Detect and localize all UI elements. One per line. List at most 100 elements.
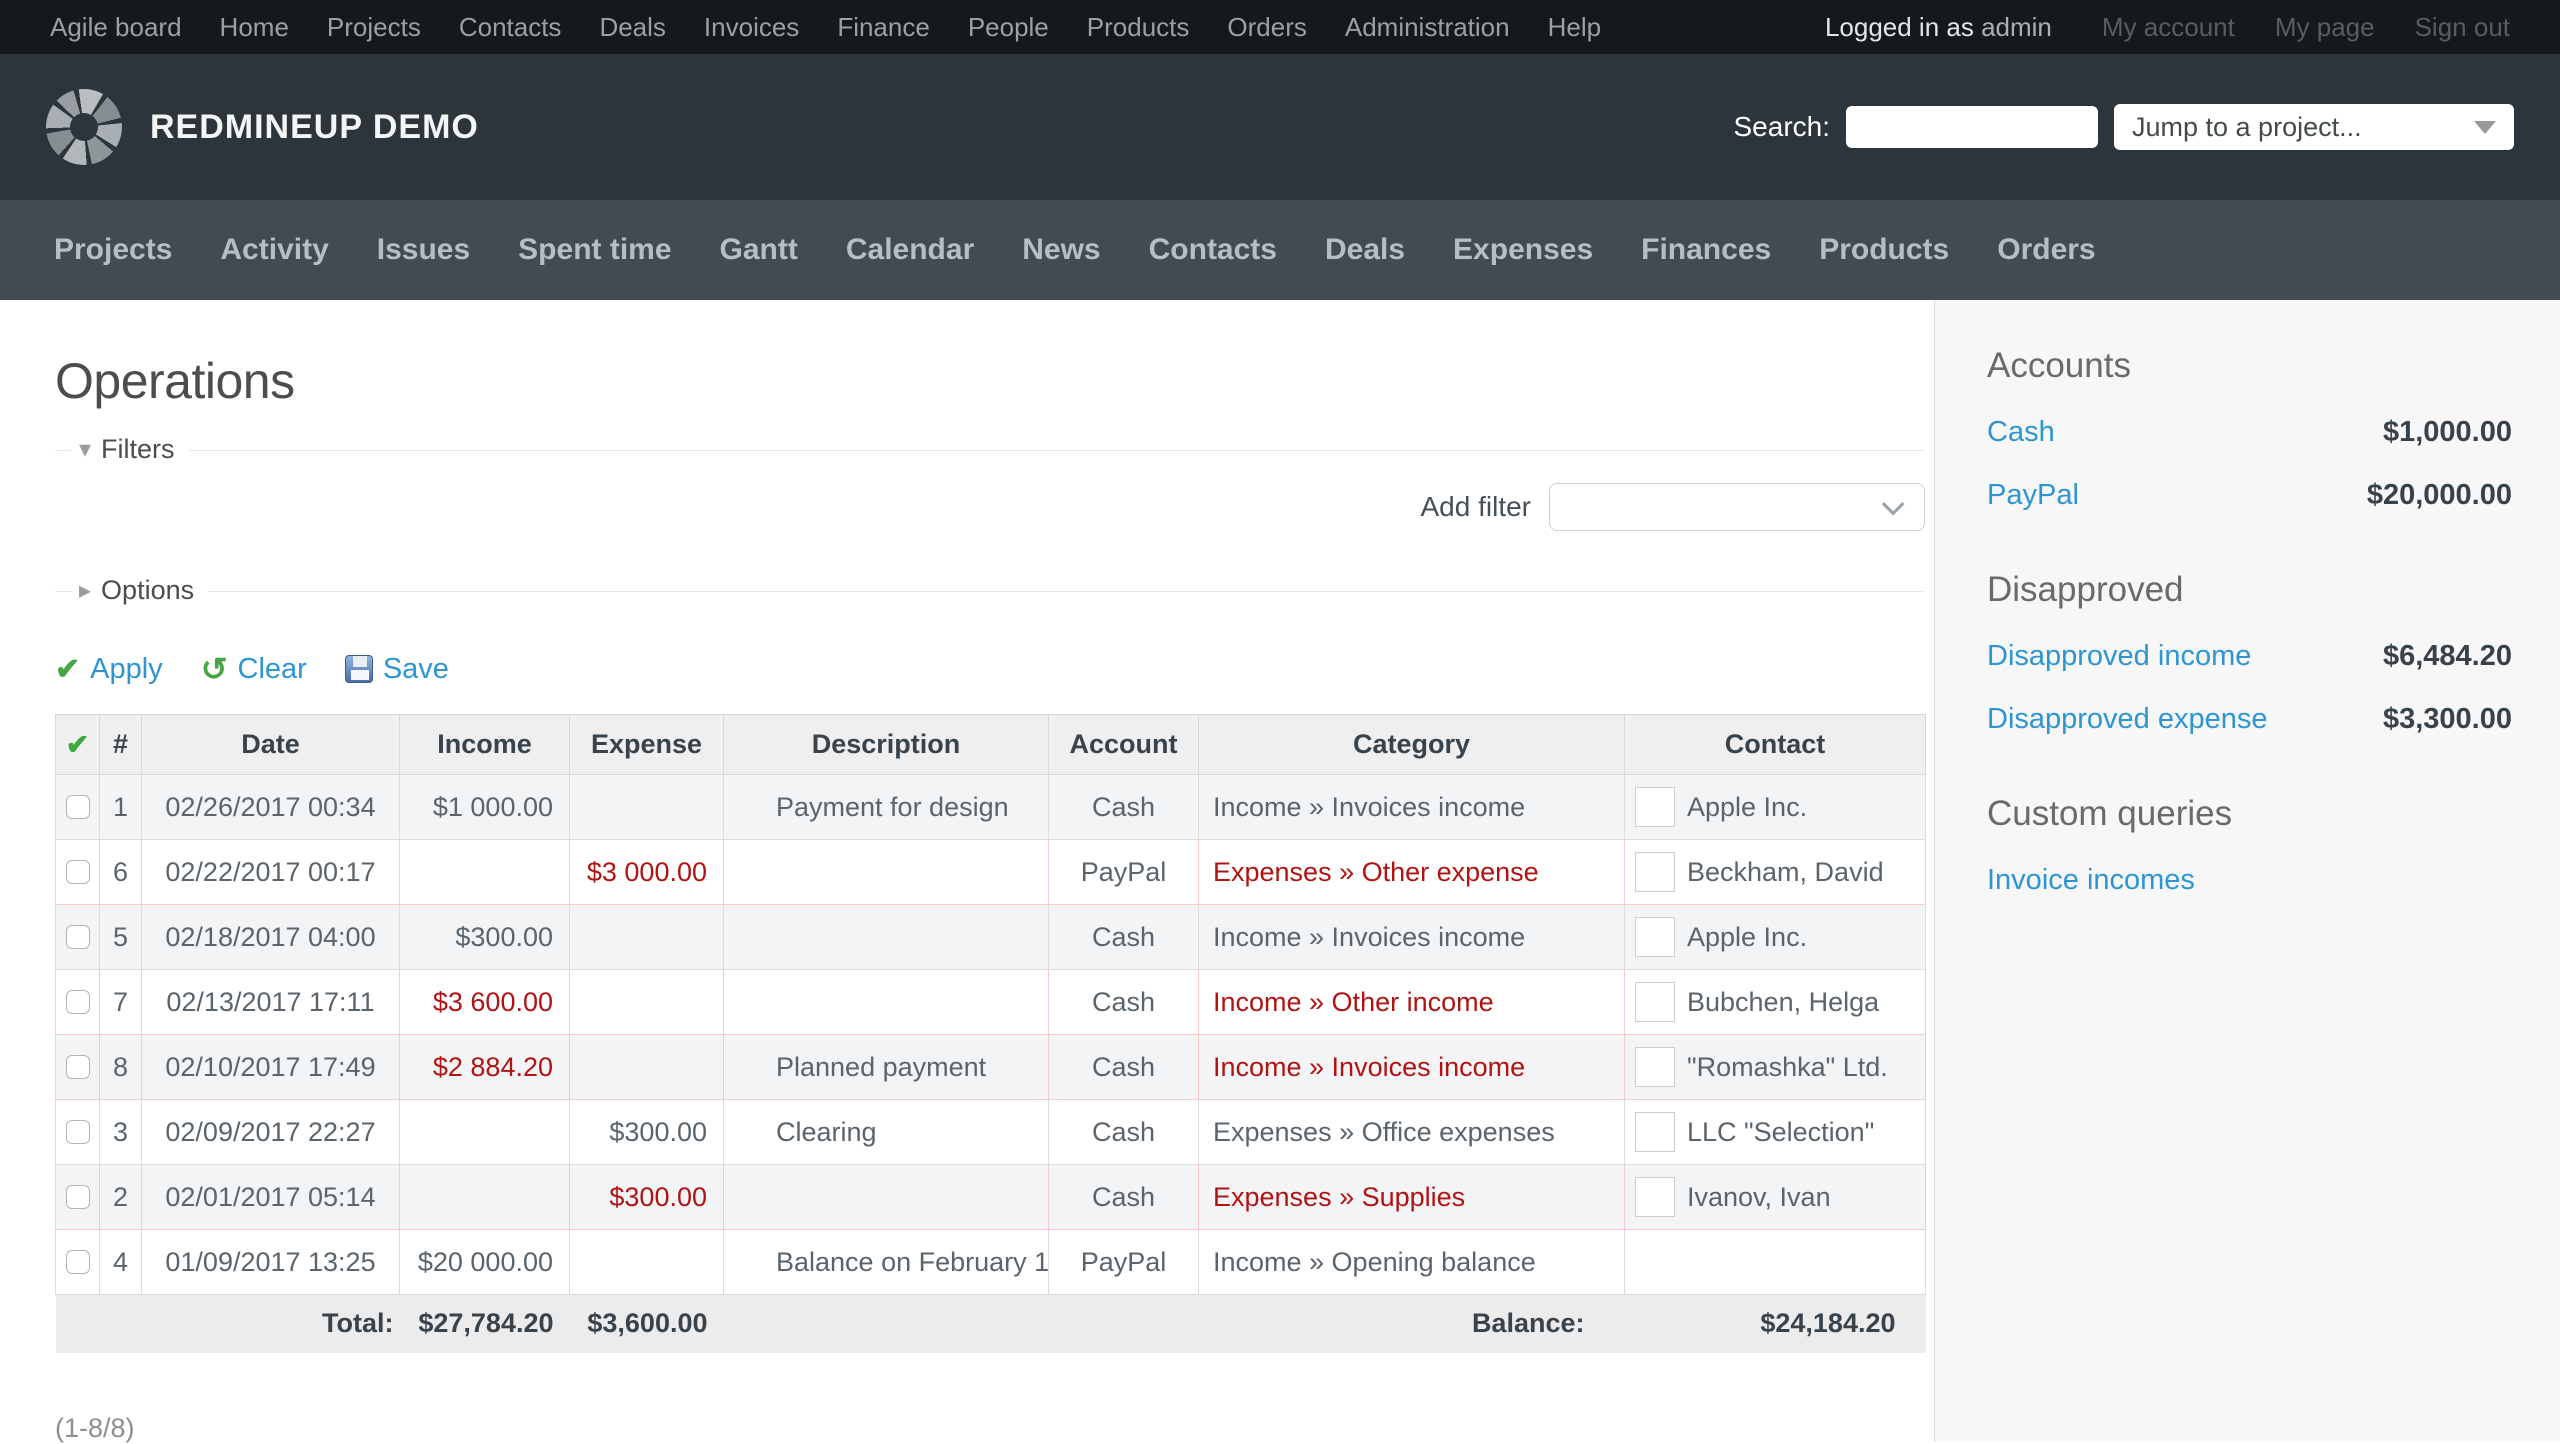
nav-tab-gantt[interactable]: Gantt [720, 233, 798, 267]
topbar-link-sign-out[interactable]: Sign out [2415, 12, 2510, 43]
save-button[interactable]: Save [383, 653, 449, 686]
cell-checkbox [56, 775, 100, 840]
nav-tab-activity[interactable]: Activity [220, 233, 328, 267]
cell-expense: $300.00 [570, 1100, 724, 1165]
toggle-expanded-icon: ▾ [79, 435, 91, 464]
cell-date: 02/01/2017 05:14 [142, 1165, 400, 1230]
col-header-contact[interactable]: Contact [1625, 715, 1926, 775]
col-header-date[interactable]: Date [142, 715, 400, 775]
cell-checkbox [56, 840, 100, 905]
cell-account: Cash [1049, 775, 1199, 840]
cell-category: Income » Invoices income [1199, 775, 1625, 840]
topbar-link-products[interactable]: Products [1087, 12, 1190, 43]
sidebar-value-disapproved-income: $6,484.20 [2383, 640, 2512, 673]
apply-tool: ✔ Apply [55, 652, 163, 687]
topbar-link-home[interactable]: Home [220, 12, 289, 43]
operation-row: 502/18/2017 04:00$300.00CashIncome » Inv… [56, 905, 1926, 970]
topbar-link-contacts[interactable]: Contacts [459, 12, 562, 43]
row-checkbox[interactable] [66, 795, 90, 819]
col-header-num[interactable]: # [100, 715, 142, 775]
dropdown-arrow-icon [2474, 121, 2496, 134]
nav-tab-calendar[interactable]: Calendar [846, 233, 974, 267]
cell-income [400, 840, 570, 905]
contact-link[interactable]: "Romashka" Ltd. [1687, 1052, 1888, 1083]
logged-in-user-link[interactable]: admin [1981, 12, 2052, 42]
top-menu-right: Logged in as admin My accountMy pageSign… [1825, 12, 2510, 43]
topbar-link-finance[interactable]: Finance [837, 12, 930, 43]
cell-num: 3 [100, 1100, 142, 1165]
sidebar-link-paypal[interactable]: PayPal [1987, 479, 2079, 512]
select-all-header[interactable]: ✔ [56, 715, 100, 775]
col-header-account[interactable]: Account [1049, 715, 1199, 775]
topbar-link-administration[interactable]: Administration [1345, 12, 1510, 43]
row-checkbox[interactable] [66, 925, 90, 949]
cell-description: Payment for design [724, 775, 1049, 840]
jump-to-project-select[interactable]: Jump to a project... [2114, 104, 2514, 150]
topbar-link-invoices[interactable]: Invoices [704, 12, 799, 43]
topbar-link-projects[interactable]: Projects [327, 12, 421, 43]
contact-link[interactable]: Ivanov, Ivan [1687, 1182, 1831, 1213]
nav-tab-contacts[interactable]: Contacts [1149, 233, 1277, 267]
balance-label: Balance: [724, 1295, 1625, 1353]
nav-tab-deals[interactable]: Deals [1325, 233, 1405, 267]
topbar-link-my-page[interactable]: My page [2275, 12, 2375, 43]
topbar-link-orders[interactable]: Orders [1227, 12, 1306, 43]
nav-tab-spent-time[interactable]: Spent time [518, 233, 671, 267]
nav-tab-finances[interactable]: Finances [1641, 233, 1771, 267]
col-header-category[interactable]: Category [1199, 715, 1625, 775]
cell-account: PayPal [1049, 1230, 1199, 1295]
cell-num: 7 [100, 970, 142, 1035]
contact-link[interactable]: Beckham, David [1687, 857, 1884, 888]
search-label: Search: [1734, 111, 1831, 143]
contact-link[interactable]: LLC "Selection" [1687, 1117, 1874, 1148]
row-checkbox[interactable] [66, 1185, 90, 1209]
cell-description: Clearing [724, 1100, 1049, 1165]
main-content: Operations ▾ Filters Add filter ▸ [0, 300, 1934, 1442]
reload-icon: ↺ [201, 650, 228, 688]
topbar-link-help[interactable]: Help [1548, 12, 1601, 43]
sidebar-link-disapproved-income[interactable]: Disapproved income [1987, 640, 2251, 673]
contact-link[interactable]: Apple Inc. [1687, 792, 1807, 823]
cell-expense [570, 1035, 724, 1100]
totals-row: Total: $27,784.20 $3,600.00 Balance: $24… [56, 1295, 1926, 1353]
row-checkbox[interactable] [66, 1250, 90, 1274]
contact-link[interactable]: Bubchen, Helga [1687, 987, 1879, 1018]
nav-tab-projects[interactable]: Projects [54, 233, 172, 267]
topbar-link-agile-board[interactable]: Agile board [50, 12, 182, 43]
row-checkbox[interactable] [66, 860, 90, 884]
topbar-link-my-account[interactable]: My account [2102, 12, 2235, 43]
nav-tab-issues[interactable]: Issues [377, 233, 470, 267]
cell-num: 6 [100, 840, 142, 905]
row-checkbox[interactable] [66, 1120, 90, 1144]
app-header: REDMINEUP DEMO Search: Jump to a project… [0, 54, 2560, 200]
topbar-link-deals[interactable]: Deals [599, 12, 665, 43]
nav-tab-expenses[interactable]: Expenses [1453, 233, 1593, 267]
sidebar-link-cash[interactable]: Cash [1987, 416, 2055, 449]
total-label: Total: [56, 1295, 400, 1353]
col-header-expense[interactable]: Expense [570, 715, 724, 775]
topbar-link-people[interactable]: People [968, 12, 1049, 43]
cell-contact: Beckham, David [1625, 840, 1926, 905]
cell-description [724, 905, 1049, 970]
sidebar-link-invoice-incomes[interactable]: Invoice incomes [1987, 864, 2195, 897]
cell-contact: LLC "Selection" [1625, 1100, 1926, 1165]
row-checkbox[interactable] [66, 990, 90, 1014]
add-filter-select[interactable] [1549, 483, 1925, 531]
sidebar-link-disapproved-expense[interactable]: Disapproved expense [1987, 703, 2268, 736]
clear-button[interactable]: Clear [238, 653, 307, 686]
options-toggle[interactable]: ▸ Options [71, 575, 208, 606]
row-checkbox[interactable] [66, 1055, 90, 1079]
contact-link[interactable]: Apple Inc. [1687, 922, 1807, 953]
total-income: $27,784.20 [400, 1295, 570, 1353]
cell-expense [570, 775, 724, 840]
cell-income: $300.00 [400, 905, 570, 970]
cell-category: Expenses » Other expense [1199, 840, 1625, 905]
col-header-description[interactable]: Description [724, 715, 1049, 775]
nav-tab-orders[interactable]: Orders [1997, 233, 2095, 267]
nav-tab-news[interactable]: News [1022, 233, 1100, 267]
nav-tab-products[interactable]: Products [1819, 233, 1949, 267]
search-input[interactable] [1846, 106, 2098, 148]
filters-toggle[interactable]: ▾ Filters [71, 434, 189, 465]
apply-button[interactable]: Apply [90, 653, 163, 686]
col-header-income[interactable]: Income [400, 715, 570, 775]
